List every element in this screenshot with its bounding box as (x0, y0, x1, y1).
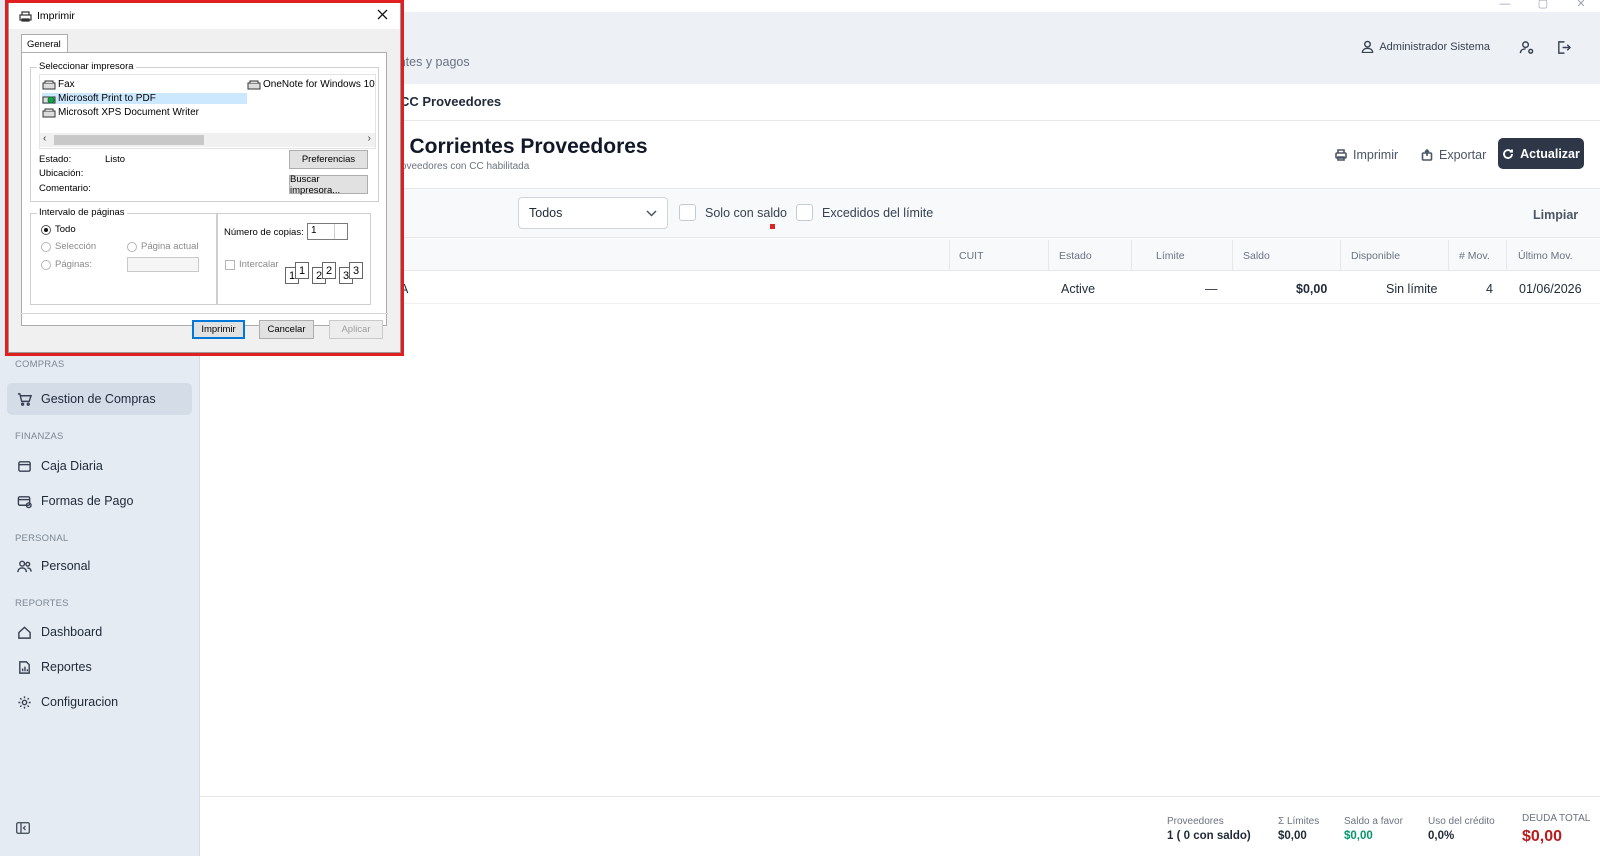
only-balance-checkbox[interactable]: Solo con saldo (679, 204, 787, 221)
status-select-value: Todos (529, 206, 563, 220)
column-header-limite[interactable]: Límite (1156, 250, 1185, 262)
row-disponible: Sin límite (1386, 282, 1438, 296)
footer-uso-credito-value: 0,0% (1428, 830, 1455, 842)
refresh-icon (1503, 148, 1514, 159)
validation-dot (770, 224, 775, 229)
sidebar-item-label: Reportes (41, 660, 92, 674)
footer-limites-label: Σ Límites (1278, 816, 1320, 827)
only-balance-label: Solo con saldo (705, 205, 788, 220)
people-icon (16, 558, 32, 574)
breadcrumb-divider (200, 120, 1600, 121)
column-divider (1048, 240, 1049, 271)
column-header-saldo[interactable]: Saldo (1243, 250, 1270, 262)
row-saldo: $0,00 (1296, 282, 1328, 296)
window-controls: — ▢ ✕ (1486, 0, 1600, 12)
column-divider (1448, 240, 1449, 271)
row-movs: 4 (1486, 282, 1493, 296)
sidebar-item-gestion-compras[interactable]: Gestion de Compras (7, 383, 192, 415)
column-header-disponible[interactable]: Disponible (1351, 250, 1400, 262)
sidebar-item-label: Caja Diaria (41, 459, 103, 473)
sidebar-item-dashboard[interactable]: Dashboard (7, 616, 192, 648)
footer-saldo-favor-label: Saldo a favor (1344, 816, 1403, 827)
column-header-movs[interactable]: # Mov. (1459, 250, 1490, 262)
minimize-button[interactable]: — (1486, 0, 1524, 12)
cash-register-icon (16, 458, 32, 474)
user-name: Administrador Sistema (1379, 40, 1490, 53)
column-header-cuit[interactable]: CUIT (959, 250, 984, 262)
sidebar-item-formas-pago[interactable]: Formas de Pago (7, 485, 192, 517)
home-icon (16, 624, 32, 640)
print-button-label: Imprimir (1353, 148, 1399, 162)
logout-icon[interactable] (1556, 40, 1572, 56)
column-divider (1232, 240, 1233, 271)
column-divider (1131, 240, 1132, 271)
sidebar-section-reportes: REPORTES (15, 598, 69, 609)
report-icon (16, 659, 32, 675)
footer-proveedores-value: 1 ( 0 con saldo) (1167, 830, 1251, 842)
row-estado: Active (1061, 282, 1096, 296)
sidebar-section-personal: PERSONAL (15, 533, 69, 544)
sidebar-item-label: Dashboard (41, 625, 103, 639)
footer-deuda-value: $0,00 (1522, 828, 1563, 845)
column-header-ultimo-mov[interactable]: Último Mov. (1518, 250, 1573, 262)
page-title: s Corrientes Proveedores (392, 135, 648, 158)
footer-uso-credito-label: Uso del crédito (1428, 816, 1495, 827)
footer-saldo-favor-value: $0,00 (1344, 830, 1373, 842)
sidebar-item-label: Formas de Pago (41, 494, 134, 508)
close-window-button[interactable]: ✕ (1562, 0, 1600, 12)
row-limite: — (1205, 282, 1218, 296)
footer-limites-value: $0,00 (1278, 830, 1307, 842)
checkbox-box[interactable] (679, 204, 696, 221)
payment-card-icon (16, 493, 32, 509)
row-ultimo-mov: 01/06/2026 (1519, 282, 1582, 296)
column-divider (1340, 240, 1341, 271)
sidebar-item-label: Configuracion (41, 695, 119, 709)
export-button[interactable]: Exportar (1421, 148, 1486, 162)
column-divider (1506, 240, 1507, 271)
maximize-button[interactable]: ▢ (1524, 0, 1562, 12)
refresh-button-label: Actualizar (1520, 146, 1580, 161)
page-subtitle: proveedores con CC habilitada (392, 161, 530, 172)
sidebar-item-personal[interactable]: Personal (7, 550, 192, 582)
status-select[interactable]: Todos (518, 197, 668, 229)
export-button-label: Exportar (1439, 148, 1487, 162)
table-row-divider (200, 303, 1600, 304)
column-header-estado[interactable]: Estado (1059, 250, 1092, 262)
footer-deuda-label: DEUDA TOTAL (1522, 813, 1591, 824)
sidebar-section-finanzas: FINANZAS (15, 431, 64, 442)
cart-icon (16, 391, 32, 407)
user-icon (1362, 40, 1374, 53)
printer-icon (1335, 149, 1347, 161)
sidebar-item-reportes[interactable]: Reportes (7, 651, 192, 683)
over-limit-label: Excedidos del límite (822, 205, 934, 220)
sidebar-item-label: Personal (41, 559, 91, 573)
gear-icon (16, 694, 32, 710)
user-menu[interactable]: Administrador Sistema (1361, 40, 1490, 53)
sidebar-section-compras: COMPRAS (15, 359, 65, 370)
sidebar-collapse-icon[interactable] (15, 821, 32, 836)
footer-proveedores-label: Proveedores (1167, 816, 1224, 827)
chevron-down-icon (646, 210, 657, 217)
clear-filters-button[interactable]: Limpiar (1533, 208, 1578, 222)
sidebar-item-label: Gestion de Compras (41, 392, 156, 406)
column-divider (949, 240, 950, 271)
refresh-button[interactable]: Actualizar (1498, 138, 1584, 169)
over-limit-checkbox[interactable]: Excedidos del límite (796, 204, 933, 221)
sidebar-item-caja-diaria[interactable]: Caja Diaria (7, 450, 192, 482)
user-settings-icon[interactable] (1519, 40, 1535, 56)
breadcrumb: CC Proveedores (400, 94, 502, 109)
export-icon (1421, 149, 1433, 161)
print-button[interactable]: Imprimir (1335, 148, 1398, 162)
checkbox-box[interactable] (796, 204, 813, 221)
highlight-outline (5, 0, 404, 356)
sidebar-item-configuracion[interactable]: Configuracion (7, 686, 192, 718)
